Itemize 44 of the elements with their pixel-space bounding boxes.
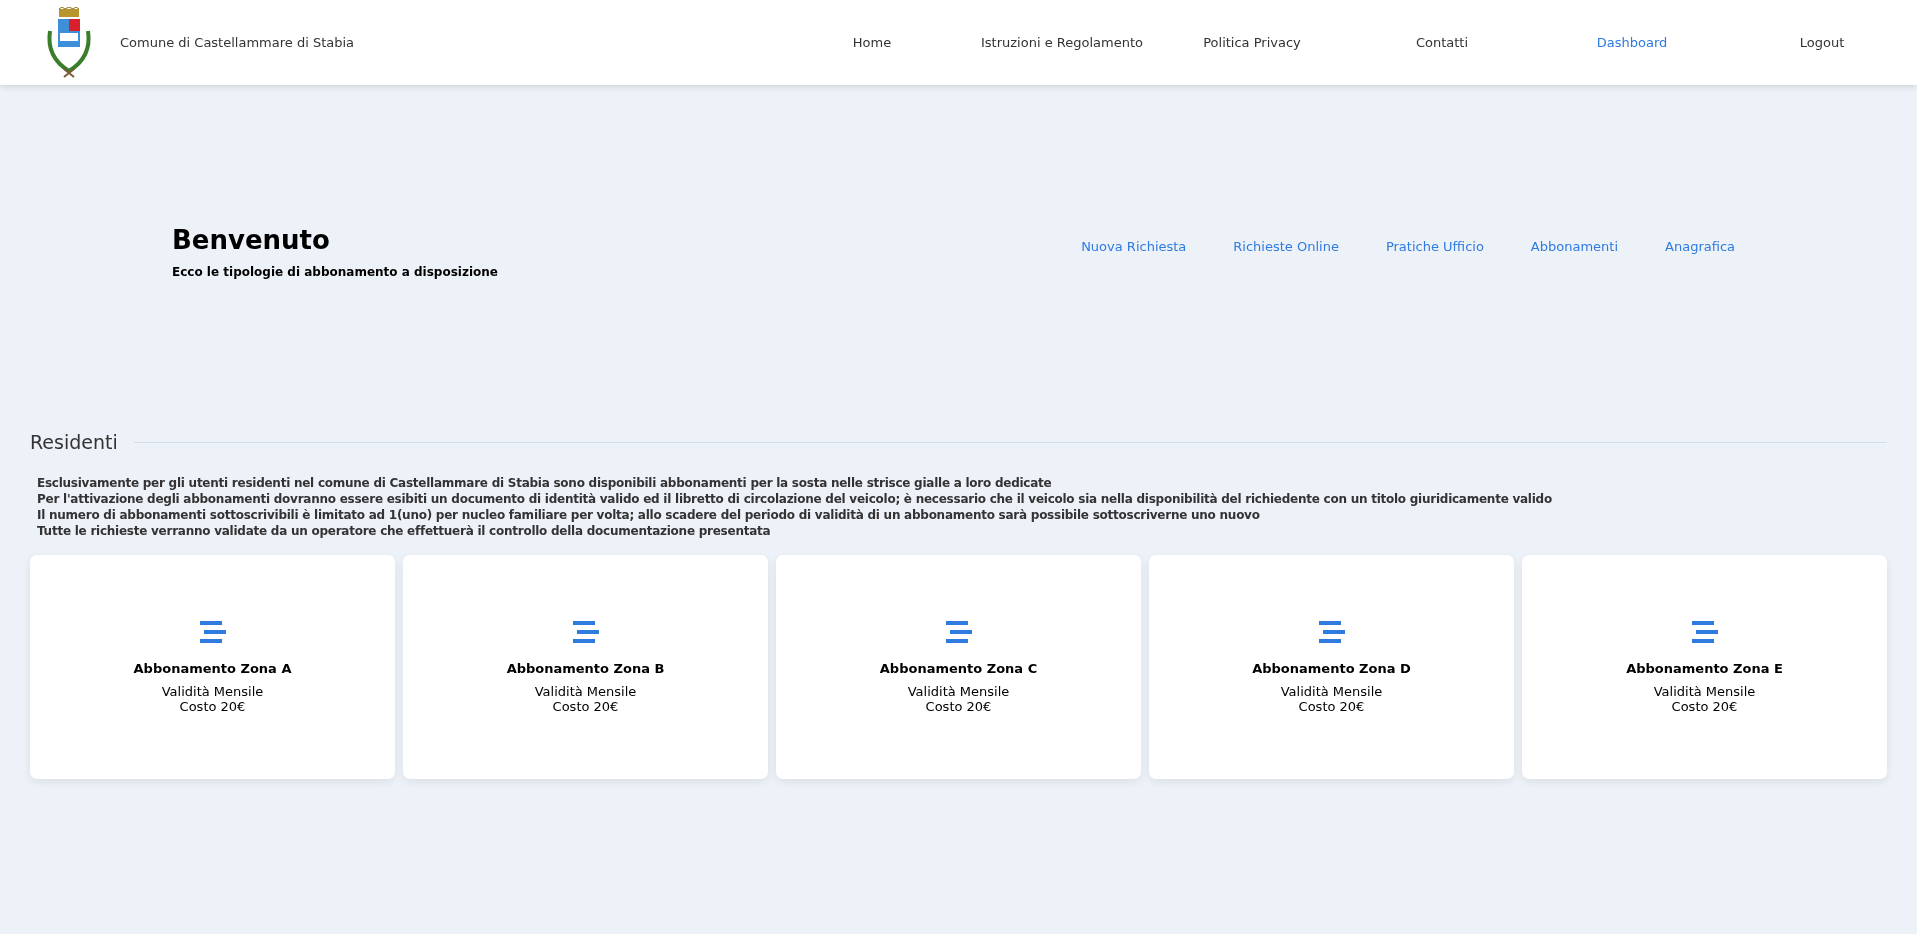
card-validity: Validità Mensile — [907, 683, 1010, 699]
subscription-card[interactable]: Abbonamento Zona A Validità Mensile Costo 20€ — [30, 555, 395, 779]
card-cost: Costo 20€ — [179, 698, 246, 714]
info-text: Per l'attivazione degli abbonamenti dovranno essere esibiti un documento di identità valido ed il libretto di circolazione del veicolo; è necessario che il veicolo sia nella disponibilità del richiedente con un titolo giuridicamente valido — [37, 491, 1553, 507]
card-validity: Validità Mensile — [1653, 683, 1756, 699]
lines-icon — [945, 620, 972, 643]
card-validity: Validità Mensile — [534, 683, 637, 699]
info-text: Tutte le richieste verranno validate da un operatore che effettuerà il controllo della documentazione presentata — [37, 523, 772, 539]
nav-link[interactable]: Contatti — [1347, 35, 1537, 50]
card-cost: Costo 20€ — [925, 698, 992, 714]
lines-icon — [572, 620, 599, 643]
nav-link[interactable]: Home — [777, 35, 967, 50]
nav-link[interactable]: Dashboard — [1537, 35, 1727, 50]
card-title: Abbonamento Zona B — [506, 660, 665, 676]
welcome-heading: Benvenuto — [172, 225, 331, 255]
section-link[interactable]: Anagrafica — [1665, 239, 1735, 259]
section-link[interactable]: Abbonamenti — [1530, 239, 1619, 259]
site-title: Comune di Castellammare di Stabia — [120, 35, 356, 50]
subscription-card[interactable]: Abbonamento Zona C Validità Mensile Costo 20€ — [776, 555, 1141, 779]
card-validity: Validità Mensile — [161, 683, 264, 699]
card-cost: Costo 20€ — [552, 698, 619, 714]
lines-icon — [1318, 620, 1345, 643]
subscription-card[interactable]: Abbonamento Zona B Validità Mensile Costo 20€ — [403, 555, 768, 779]
card-title: Abbonamento Zona C — [879, 660, 1038, 676]
card-title: Abbonamento Zona A — [133, 660, 292, 676]
section-heading: Residenti — [30, 431, 118, 453]
welcome-subtitle: Ecco le tipologie di abbonamento a disposizione — [172, 265, 499, 279]
card-title: Abbonamento Zona D — [1252, 660, 1411, 676]
subscription-card[interactable]: Abbonamento Zona D Validità Mensile Costo 20€ — [1149, 555, 1514, 779]
info-text: Il numero di abbonamenti sottoscrivibili è limitato ad 1(uno) per nucleo familiare per volta; allo scadere del periodo di validità di un abbonamento sarà possibile sottoscriverne uno nuovo — [37, 507, 1261, 523]
nav-link[interactable]: Istruzioni e Regolamento — [967, 35, 1157, 50]
info-text: Esclusivamente per gli utenti residenti nel comune di Castellammare di Stabia sono disponibili abbonamenti per la sosta nelle strisce gialle a loro dedicate — [37, 475, 1053, 491]
lines-icon — [1691, 620, 1718, 643]
card-title: Abbonamento Zona E — [1626, 660, 1783, 676]
card-validity: Validità Mensile — [1280, 683, 1383, 699]
nav-link[interactable]: Politica Privacy — [1157, 35, 1347, 50]
nav-link[interactable]: Logout — [1727, 35, 1917, 50]
subscription-card[interactable]: Abbonamento Zona E Validità Mensile Costo 20€ — [1522, 555, 1887, 779]
card-cost: Costo 20€ — [1298, 698, 1365, 714]
section-link[interactable]: Pratiche Ufficio — [1385, 239, 1484, 259]
section-link[interactable]: Nuova Richiesta — [1081, 239, 1187, 259]
card-cost: Costo 20€ — [1671, 698, 1738, 714]
lines-icon — [199, 620, 226, 643]
section-link[interactable]: Richieste Online — [1233, 239, 1339, 259]
